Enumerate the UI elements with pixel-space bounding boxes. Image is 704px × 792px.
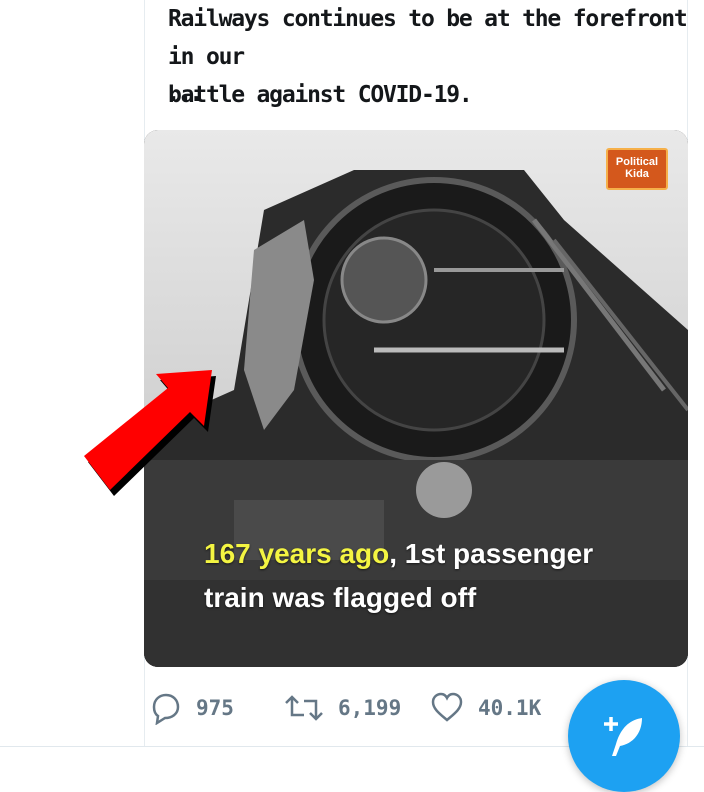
political-kida-logo: Political Kida (606, 148, 668, 190)
retweet-count: 6,199 (338, 696, 402, 720)
tweet-text-line-2: battle against COVID-19. (168, 82, 473, 108)
retweet-icon (285, 695, 323, 721)
compose-feather-icon (604, 717, 642, 756)
compose-tweet-button[interactable] (568, 680, 680, 792)
tweet-text: Railways continues to be at the forefron… (168, 0, 688, 114)
tweet-video[interactable]: Political Kida 167 years ago, 1st passen… (144, 130, 688, 667)
video-caption: 167 years ago, 1st passenger train was f… (204, 532, 593, 620)
tweet-text-line-1: Railways continues to be at the forefron… (168, 6, 688, 70)
like-button[interactable]: 40.1K (430, 690, 541, 726)
caption-line-2: train was flagged off (204, 582, 477, 613)
show-more[interactable]: ... (168, 78, 204, 108)
reply-icon (152, 693, 180, 725)
reply-button[interactable]: 975 (148, 690, 234, 726)
reply-count: 975 (196, 696, 234, 720)
red-arrow-annotation (84, 370, 216, 496)
like-count: 40.1K (478, 696, 542, 720)
caption-rest: , 1st passenger (389, 538, 594, 569)
caption-highlight: 167 years ago (204, 538, 390, 569)
retweet-button[interactable]: 6,199 (284, 690, 401, 726)
heart-icon (431, 692, 463, 722)
logo-line-2: Kida (625, 168, 649, 180)
logo-line-1: Political (615, 156, 659, 168)
